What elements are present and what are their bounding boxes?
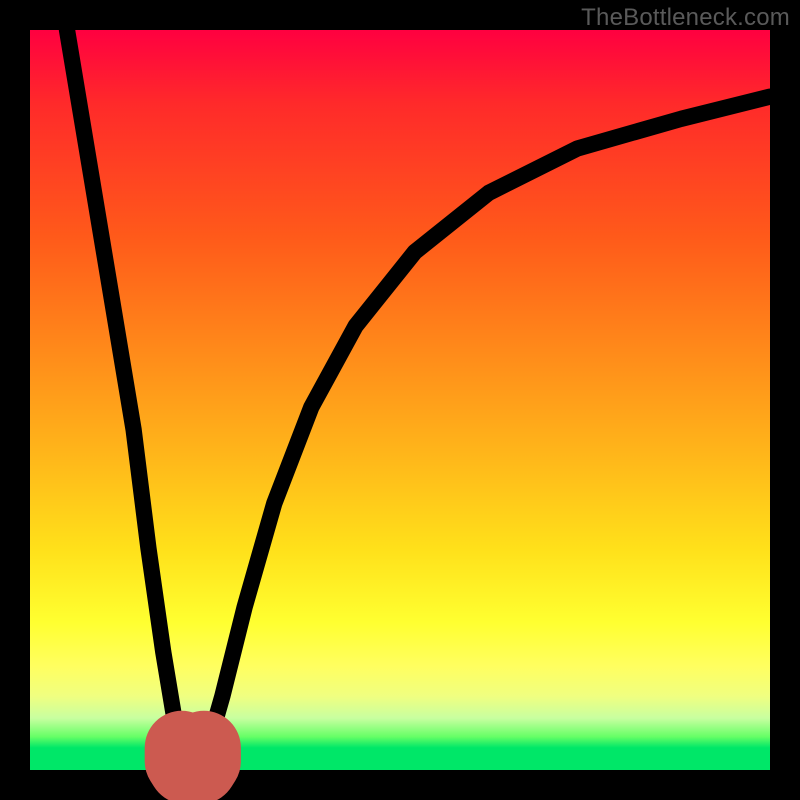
u-marker — [182, 748, 204, 769]
chart-svg — [30, 30, 770, 770]
chart-plot-area — [30, 30, 770, 770]
chart-frame: TheBottleneck.com — [0, 0, 800, 800]
watermark-text: TheBottleneck.com — [581, 4, 790, 32]
curve-left — [67, 30, 185, 766]
curve-right — [200, 97, 770, 767]
